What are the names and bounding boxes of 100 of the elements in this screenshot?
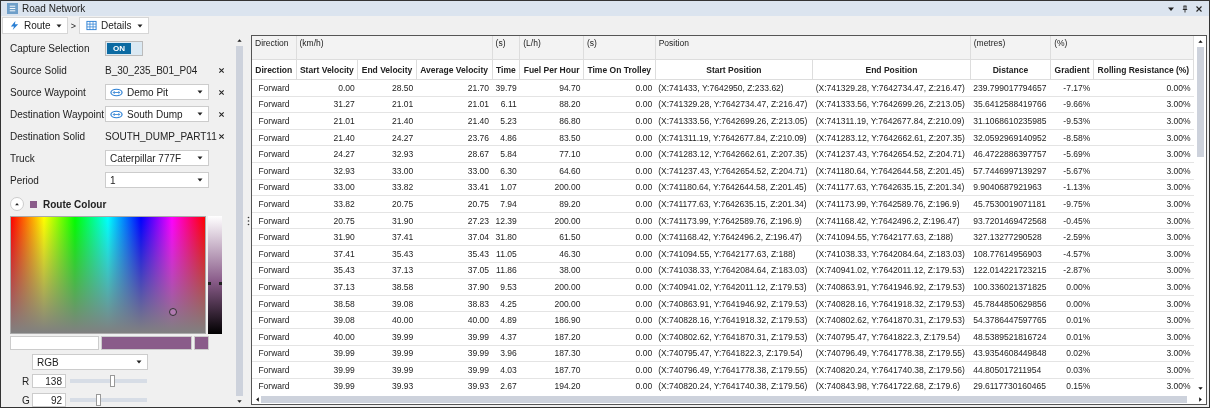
column-header[interactable]: Direction	[252, 59, 296, 80]
table-cell: 0.00	[583, 212, 656, 229]
dropdown-field[interactable]: Demo Pit	[105, 84, 209, 100]
scrollbar-thumb[interactable]	[261, 395, 1187, 403]
table-cell: 93.7201469472568	[970, 212, 1051, 229]
table-cell: 11.05	[492, 245, 520, 263]
table-cell: 33.00	[296, 179, 358, 196]
table-cell: 5.84	[492, 145, 520, 163]
table-cell: 6.11	[492, 96, 520, 113]
scroll-down-icon[interactable]	[236, 398, 243, 405]
table-cell: 7.94	[492, 195, 520, 213]
table-cell: 94.70	[519, 79, 584, 97]
caret-icon	[196, 154, 204, 162]
dropdown-field[interactable]: 1	[105, 172, 209, 188]
table-cell: Forward	[252, 195, 296, 213]
picker-handle[interactable]	[169, 308, 177, 316]
channel-input[interactable]: 138	[32, 374, 66, 388]
table-cell: 39.99	[296, 345, 358, 362]
table-cell: 194.20	[519, 378, 584, 394]
table-cell: 4.89	[492, 311, 520, 329]
table-cell: 3.00%	[1093, 361, 1194, 379]
dropdown-field[interactable]: South Dump	[105, 106, 209, 122]
table-cell: 3.00%	[1093, 179, 1194, 196]
table-cell: 187.30	[519, 345, 584, 362]
table-cell: (X:741180.64, Y:7642644.58, Z:201.45)	[655, 179, 813, 196]
splitter-grip-icon[interactable]	[246, 216, 250, 226]
table-cell: 21.70	[416, 79, 493, 97]
colour-spectrum[interactable]	[10, 216, 206, 334]
scrollbar-thumb[interactable]	[236, 46, 243, 396]
table-cell: 0.00	[583, 145, 656, 163]
table-cell: (X:741173.99, Y:7642589.76, Z:196.9)	[812, 195, 971, 213]
table-cell: 39.99	[357, 345, 417, 362]
table-cell: 0.00	[583, 96, 656, 113]
table-cell: Forward	[252, 311, 296, 329]
table-cell: 39.08	[296, 311, 358, 329]
dropdown-field[interactable]: Caterpillar 777F	[105, 150, 209, 166]
clear-icon[interactable]	[218, 88, 225, 96]
table-cell: 3.00%	[1093, 96, 1194, 113]
table-cell: 38.00	[519, 262, 584, 279]
clear-icon[interactable]	[218, 66, 225, 74]
table-cell: -4.57%	[1050, 245, 1094, 263]
field-value: SOUTH_DUMP_PART11	[105, 130, 215, 142]
table-cell: 33.00	[416, 162, 493, 180]
table-cell: Forward	[252, 328, 296, 345]
table-cell: 0.00	[583, 245, 656, 263]
table-cell: 33.82	[296, 195, 358, 213]
scroll-down-icon[interactable]	[1196, 385, 1204, 392]
table-cell: 200.00	[519, 212, 584, 229]
scroll-up-icon[interactable]	[236, 37, 243, 44]
table-cell: (X:740796.49, Y:7641778.38, Z:179.55)	[655, 361, 813, 379]
table-cell: Forward	[252, 278, 296, 296]
table-cell: (X:740796.49, Y:7641778.38, Z:179.55)	[812, 345, 971, 362]
column-group-header: Direction	[252, 36, 296, 60]
table-cell: (X:740843.98, Y:7641722.68, Z:179.6)	[812, 378, 971, 394]
table-cell: 0.00%	[1050, 278, 1094, 296]
table-cell: 33.00	[357, 162, 417, 180]
scroll-up-icon[interactable]	[1196, 38, 1204, 45]
table-cell: 29.6117730160465	[970, 378, 1051, 394]
clear-icon[interactable]	[218, 132, 225, 140]
pin-icon[interactable]	[1181, 4, 1189, 13]
scrollbar-thumb[interactable]	[1196, 47, 1204, 157]
scroll-right-icon[interactable]	[1197, 395, 1204, 403]
toggle-switch[interactable]: ON	[105, 40, 143, 56]
table-cell: 38.83	[416, 295, 493, 312]
column-group-header: Position	[655, 36, 971, 60]
table-cell: 3.00%	[1093, 195, 1194, 213]
table-cell: (X:741237.43, Y:7642654.52, Z:204.71)	[812, 145, 971, 163]
table-cell: 37.05	[416, 262, 493, 279]
table-cell: -5.67%	[1050, 162, 1094, 180]
table-cell: -8.58%	[1050, 129, 1094, 146]
table-cell: 0.00	[583, 129, 656, 146]
channel-input[interactable]: 92	[32, 393, 66, 407]
breadcrumb-dropdown[interactable]: Details	[78, 17, 149, 34]
link-icon	[110, 109, 123, 119]
table-cell: 37.13	[357, 262, 417, 279]
table-cell: 200.00	[519, 179, 584, 196]
table-cell: (X:741311.19, Y:7642677.84, Z:210.09)	[812, 112, 971, 130]
table-cell: 61.50	[519, 228, 584, 246]
close-icon[interactable]	[1195, 4, 1203, 13]
table-cell: Forward	[252, 162, 296, 180]
table-cell: (X:741329.28, Y:7642734.47, Z:216.47)	[655, 96, 813, 113]
table-cell: (X:741180.64, Y:7642644.58, Z:201.45)	[812, 162, 971, 180]
column-group-header: (metres)	[970, 36, 1051, 60]
table-cell: (X:740802.62, Y:7641870.31, Z:179.53)	[655, 328, 813, 345]
colour-model-dropdown[interactable]: RGB	[32, 354, 148, 370]
table-cell: 77.10	[519, 145, 584, 163]
table-cell: 38.58	[357, 278, 417, 296]
table-cell: 20.75	[357, 195, 417, 213]
lightness-slider[interactable]	[208, 216, 222, 334]
table-cell: -2.59%	[1050, 228, 1094, 246]
table-cell: 122.014221723215	[970, 262, 1051, 279]
breadcrumb-dropdown[interactable]: Route	[2, 17, 68, 34]
table-cell: 31.80	[492, 228, 520, 246]
table-cell: 6.30	[492, 162, 520, 180]
field-label: Capture Selection	[10, 42, 91, 54]
table-cell: 3.00%	[1093, 328, 1194, 345]
table-cell: 0.00	[583, 345, 656, 362]
list-icon	[7, 3, 18, 14]
clear-icon[interactable]	[218, 110, 225, 118]
table-cell: 0.00	[583, 378, 656, 394]
